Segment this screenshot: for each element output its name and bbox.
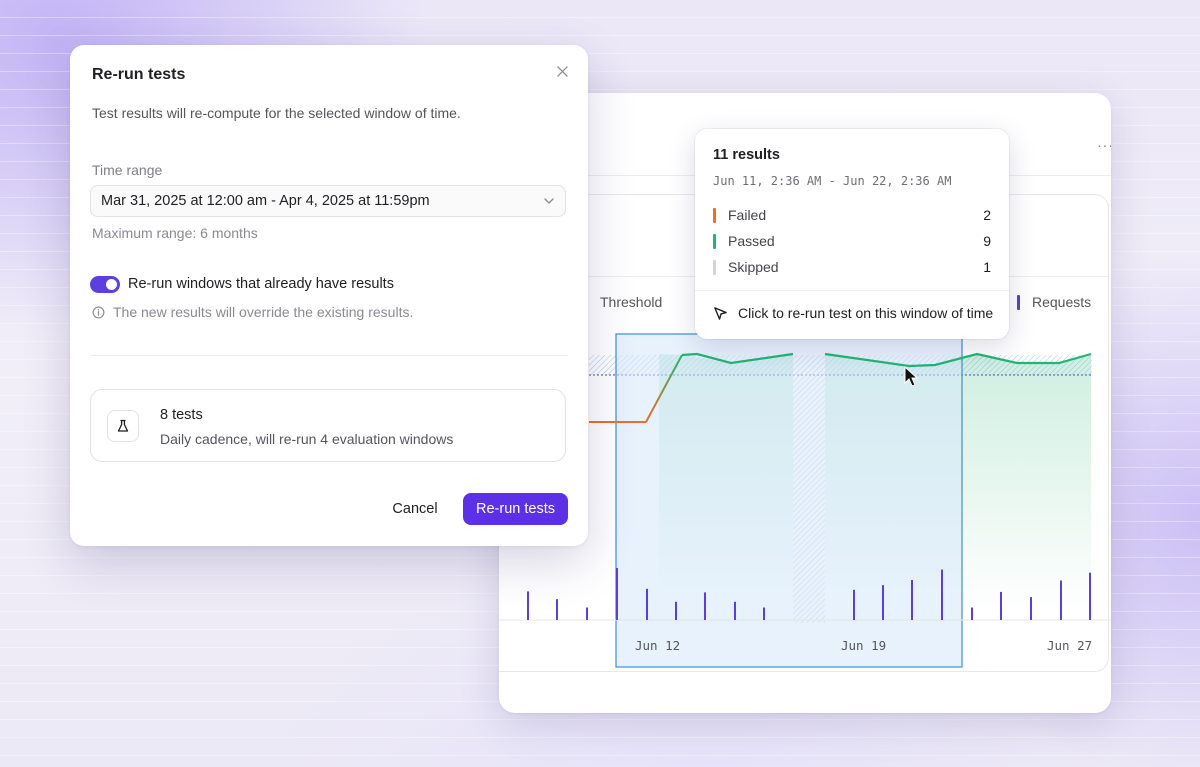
tooltip-divider (695, 290, 1009, 291)
override-note: The new results will override the existi… (92, 304, 413, 320)
tooltip-row-label: Skipped (728, 259, 779, 275)
requests-bar (941, 569, 943, 620)
tooltip-row-failed: Failed 2 (713, 206, 991, 224)
requests-bar (527, 591, 529, 620)
requests-bar (1089, 572, 1091, 620)
requests-bar (763, 607, 765, 620)
requests-bar (704, 592, 706, 620)
requests-bar (882, 585, 884, 620)
tooltip-row-label: Failed (728, 207, 767, 223)
tooltip-row-skipped: Skipped 1 (713, 258, 991, 276)
requests-bar (1030, 597, 1032, 620)
rerun-window-action-label: Click to re-run test on this window of t… (738, 305, 994, 321)
time-range-value: Mar 31, 2025 at 12:00 am - Apr 4, 2025 a… (101, 193, 430, 209)
close-icon (556, 65, 568, 77)
rerun-tests-button[interactable]: Re-run tests (463, 493, 568, 525)
requests-bar (734, 601, 736, 620)
requests-bar (1000, 591, 1002, 620)
selection-window[interactable] (615, 333, 963, 668)
requests-bar (586, 607, 588, 620)
rerun-window-action[interactable]: Click to re-run test on this window of t… (713, 305, 993, 321)
rerun-existing-toggle[interactable] (90, 276, 120, 293)
requests-bar (556, 599, 558, 620)
max-range-hint: Maximum range: 6 months (92, 225, 258, 241)
requests-bar (616, 568, 618, 620)
pointer-icon (714, 306, 727, 320)
chevron-down-icon (544, 198, 554, 204)
time-range-select[interactable]: Mar 31, 2025 at 12:00 am - Apr 4, 2025 a… (90, 185, 566, 217)
tooltip-row-label: Passed (728, 233, 775, 249)
rerun-tests-modal: Re-run tests Test results will re-comput… (70, 45, 588, 546)
requests-bar (646, 588, 648, 620)
requests-bar (1060, 580, 1062, 620)
modal-divider (90, 355, 568, 356)
passed-swatch (713, 233, 716, 249)
skipped-swatch (713, 259, 716, 275)
time-range-label: Time range (92, 162, 163, 178)
toggle-label: Re-run windows that already have results (128, 276, 394, 292)
tooltip-row-count: 2 (983, 207, 991, 223)
requests-bar (911, 579, 913, 620)
results-tooltip: 11 results Jun 11, 2:36 AM - Jun 22, 2:3… (695, 129, 1009, 339)
failed-swatch (713, 207, 716, 223)
cancel-button[interactable]: Cancel (375, 493, 455, 525)
close-button[interactable] (552, 61, 572, 81)
tests-summary-card: 8 tests Daily cadence, will re-run 4 eva… (90, 389, 566, 462)
tooltip-title: 11 results (713, 147, 780, 163)
tooltip-row-count: 1 (983, 259, 991, 275)
x-tick-label: Jun 19 (841, 638, 887, 653)
info-icon (92, 306, 105, 318)
modal-title: Re-run tests (92, 66, 186, 83)
tooltip-row-passed: Passed 9 (713, 232, 991, 250)
flask-icon (107, 410, 139, 442)
tooltip-row-count: 9 (983, 233, 991, 249)
summary-title: 8 tests (160, 407, 203, 423)
modal-description: Test results will re-compute for the sel… (92, 105, 461, 121)
requests-bar (853, 589, 855, 620)
override-note-text: The new results will override the existi… (113, 304, 414, 320)
tooltip-range: Jun 11, 2:36 AM - Jun 22, 2:36 AM (713, 174, 952, 188)
x-tick-label: Jun 27 (1047, 638, 1093, 653)
toggle-knob (106, 279, 117, 290)
requests-bar (675, 601, 677, 620)
requests-bar (971, 607, 973, 620)
x-tick-label: Jun 12 (635, 638, 681, 653)
summary-subtitle: Daily cadence, will re-run 4 evaluation … (160, 431, 454, 447)
